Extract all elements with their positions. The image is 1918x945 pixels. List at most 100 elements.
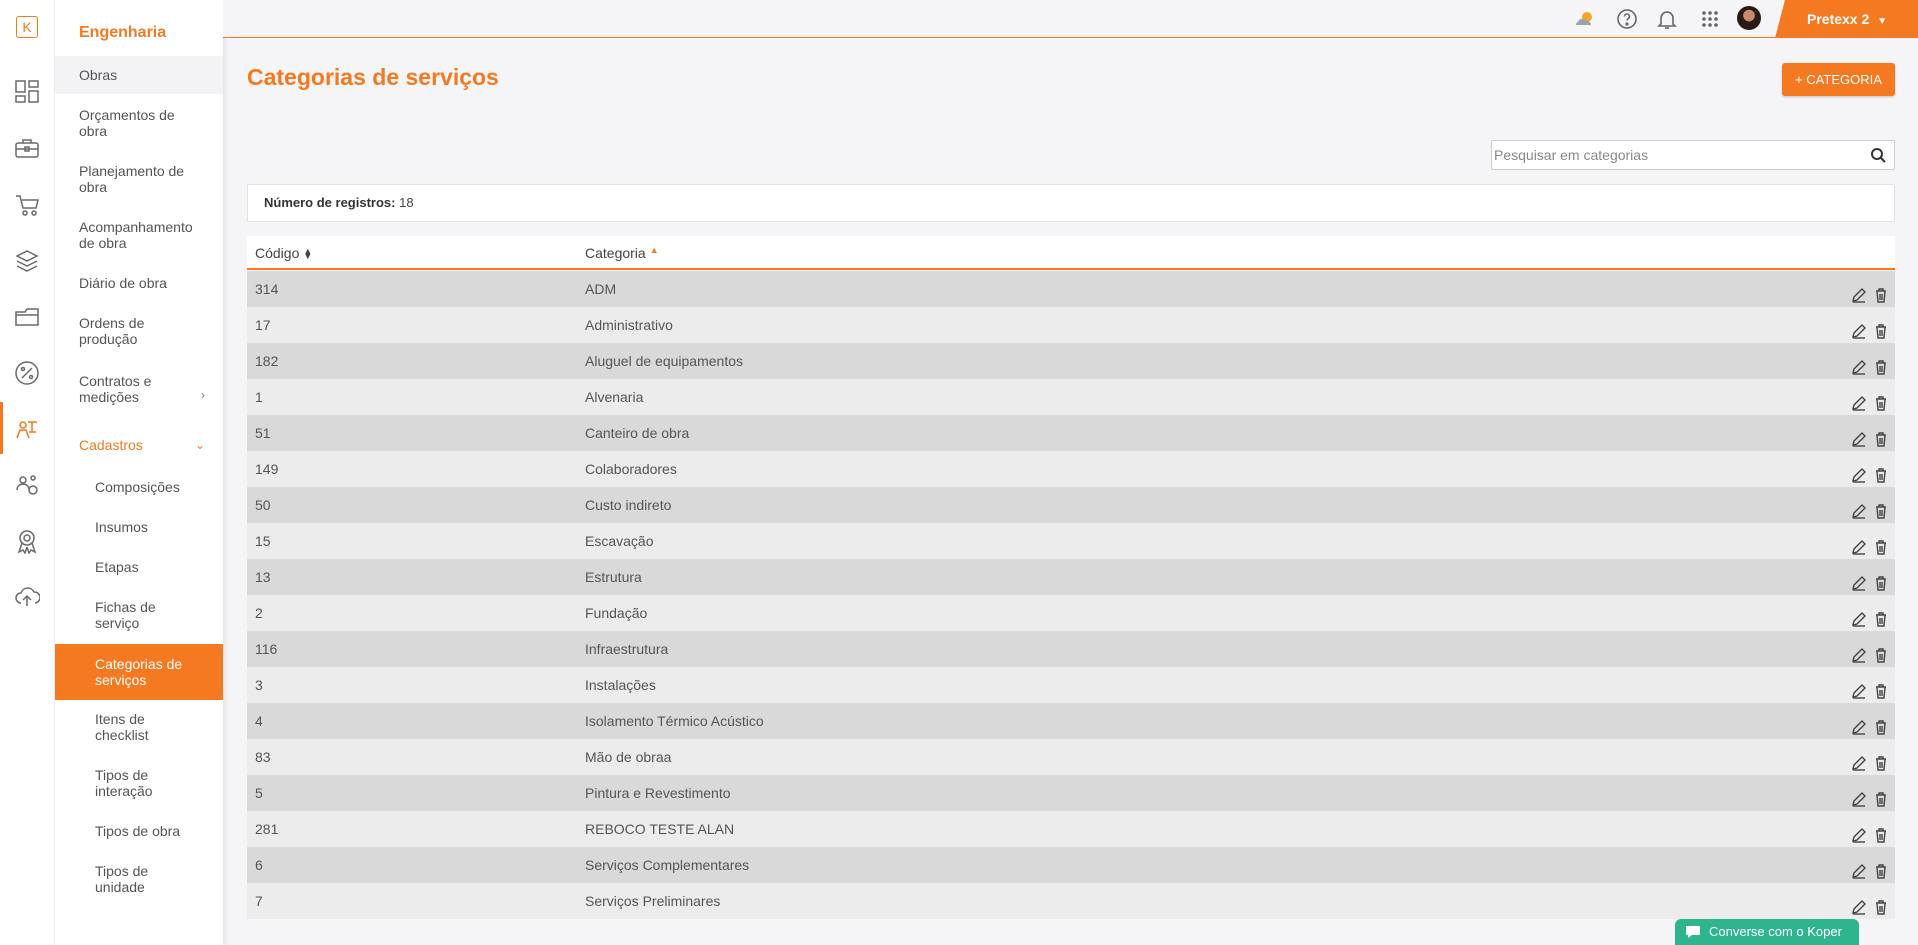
table-row[interactable]: 15 Escavação bbox=[247, 523, 1895, 559]
cloud-upload-icon[interactable] bbox=[14, 584, 41, 610]
trash-icon[interactable] bbox=[1873, 496, 1889, 519]
edit-icon[interactable] bbox=[1851, 496, 1867, 519]
edit-icon[interactable] bbox=[1851, 316, 1867, 339]
column-header-category[interactable]: Categoria ▲ bbox=[585, 245, 659, 261]
edit-icon[interactable] bbox=[1851, 820, 1867, 843]
table-row[interactable]: 314 ADM bbox=[247, 271, 1895, 307]
edit-icon[interactable] bbox=[1851, 640, 1867, 663]
dashboard-icon[interactable] bbox=[14, 78, 40, 104]
edit-icon[interactable] bbox=[1851, 388, 1867, 411]
table-row[interactable]: 7 Serviços Preliminares bbox=[247, 883, 1895, 919]
edit-icon[interactable] bbox=[1851, 352, 1867, 375]
edit-icon[interactable] bbox=[1851, 784, 1867, 807]
menu-sub-categorias[interactable]: Categorias de serviços bbox=[55, 644, 223, 700]
menu-sub-etapas[interactable]: Etapas bbox=[55, 559, 223, 575]
search-input[interactable] bbox=[1492, 141, 1852, 169]
edit-icon[interactable] bbox=[1851, 532, 1867, 555]
menu-sub-composicoes[interactable]: Composições bbox=[55, 479, 223, 495]
bell-icon[interactable] bbox=[1655, 7, 1679, 31]
app-logo[interactable]: K bbox=[16, 16, 38, 38]
trash-icon[interactable] bbox=[1873, 604, 1889, 627]
apps-grid-icon[interactable] bbox=[1698, 7, 1722, 31]
menu-item-obras[interactable]: Obras bbox=[55, 56, 223, 94]
menu-item-cadastros[interactable]: Cadastros ⌄ bbox=[55, 437, 223, 453]
trash-icon[interactable] bbox=[1873, 856, 1889, 879]
table-row[interactable]: 4 Isolamento Térmico Acústico bbox=[247, 703, 1895, 739]
folder-icon[interactable] bbox=[14, 304, 40, 330]
category-cell: Custo indireto bbox=[585, 497, 672, 513]
menu-item-orcamentos[interactable]: Orçamentos de obra bbox=[55, 107, 223, 139]
edit-icon[interactable] bbox=[1851, 280, 1867, 303]
column-header-label: Código bbox=[255, 245, 300, 261]
add-category-button[interactable]: + CATEGORIA bbox=[1782, 63, 1895, 96]
table-row[interactable]: 13 Estrutura bbox=[247, 559, 1895, 595]
menu-sub-fichas[interactable]: Fichas de serviço bbox=[55, 599, 223, 631]
edit-icon[interactable] bbox=[1851, 712, 1867, 735]
menu-sub-tipos-unidade[interactable]: Tipos de unidade bbox=[55, 863, 223, 895]
trash-icon[interactable] bbox=[1873, 460, 1889, 483]
user-menu-button[interactable]: Pretexx 2 ▼ bbox=[1775, 0, 1918, 38]
trash-icon[interactable] bbox=[1873, 532, 1889, 555]
menu-sub-tipos-obra[interactable]: Tipos de obra bbox=[55, 823, 223, 839]
menu-item-acompanhamento[interactable]: Acompanhamento de obra bbox=[55, 219, 223, 251]
table-row[interactable]: 17 Administrativo bbox=[247, 307, 1895, 343]
search-icon[interactable] bbox=[1870, 147, 1886, 163]
edit-icon[interactable] bbox=[1851, 424, 1867, 447]
trash-icon[interactable] bbox=[1873, 568, 1889, 591]
boxes-icon[interactable] bbox=[14, 248, 40, 274]
category-cell: Alvenaria bbox=[585, 389, 644, 405]
trash-icon[interactable] bbox=[1873, 316, 1889, 339]
table-row[interactable]: 149 Colaboradores bbox=[247, 451, 1895, 487]
table-row[interactable]: 3 Instalações bbox=[247, 667, 1895, 703]
table-row[interactable]: 6 Serviços Complementares bbox=[247, 847, 1895, 883]
help-icon[interactable] bbox=[1615, 7, 1639, 31]
table-row[interactable]: 51 Canteiro de obra bbox=[247, 415, 1895, 451]
table-row[interactable]: 182 Aluguel de equipamentos bbox=[247, 343, 1895, 379]
menu-item-ordens[interactable]: Ordens de produção bbox=[55, 315, 223, 347]
trash-icon[interactable] bbox=[1873, 892, 1889, 915]
avatar[interactable] bbox=[1737, 6, 1761, 30]
trash-icon[interactable] bbox=[1873, 388, 1889, 411]
trash-icon[interactable] bbox=[1873, 820, 1889, 843]
table-row[interactable]: 281 REBOCO TESTE ALAN bbox=[247, 811, 1895, 847]
category-cell: Isolamento Térmico Acústico bbox=[585, 713, 764, 729]
briefcase-icon[interactable] bbox=[14, 136, 40, 162]
people-settings-icon[interactable] bbox=[14, 472, 40, 498]
edit-icon[interactable] bbox=[1851, 748, 1867, 771]
menu-sub-insumos[interactable]: Insumos bbox=[55, 519, 223, 535]
menu-sub-interacao[interactable]: Tipos de interação bbox=[55, 767, 223, 799]
trash-icon[interactable] bbox=[1873, 784, 1889, 807]
chat-button[interactable]: Converse com o Koper bbox=[1675, 919, 1859, 945]
edit-icon[interactable] bbox=[1851, 676, 1867, 699]
table-row[interactable]: 50 Custo indireto bbox=[247, 487, 1895, 523]
table-row[interactable]: 116 Infraestrutura bbox=[247, 631, 1895, 667]
trash-icon[interactable] bbox=[1873, 676, 1889, 699]
table-row[interactable]: 1 Alvenaria bbox=[247, 379, 1895, 415]
engineering-icon[interactable] bbox=[14, 416, 40, 442]
trash-icon[interactable] bbox=[1873, 280, 1889, 303]
menu-item-planejamento[interactable]: Planejamento de obra bbox=[55, 163, 223, 195]
trash-icon[interactable] bbox=[1873, 640, 1889, 663]
table-row[interactable]: 5 Pintura e Revestimento bbox=[247, 775, 1895, 811]
code-cell: 182 bbox=[255, 353, 279, 369]
trash-icon[interactable] bbox=[1873, 748, 1889, 771]
edit-icon[interactable] bbox=[1851, 856, 1867, 879]
edit-icon[interactable] bbox=[1851, 604, 1867, 627]
edit-icon[interactable] bbox=[1851, 568, 1867, 591]
percent-icon[interactable] bbox=[14, 360, 40, 386]
menu-item-diario[interactable]: Diário de obra bbox=[55, 275, 223, 291]
trash-icon[interactable] bbox=[1873, 352, 1889, 375]
menu-item-contratos[interactable]: Contratos e medições › bbox=[55, 373, 223, 405]
edit-icon[interactable] bbox=[1851, 892, 1867, 915]
trash-icon[interactable] bbox=[1873, 424, 1889, 447]
award-icon[interactable] bbox=[14, 528, 40, 555]
table-row[interactable]: 2 Fundação bbox=[247, 595, 1895, 631]
code-cell: 116 bbox=[255, 641, 278, 657]
cart-icon[interactable] bbox=[14, 192, 40, 218]
edit-icon[interactable] bbox=[1851, 460, 1867, 483]
trash-icon[interactable] bbox=[1873, 712, 1889, 735]
menu-item-label: Orçamentos de obra bbox=[79, 107, 175, 139]
column-header-code[interactable]: Código ▲ ▼ bbox=[255, 245, 312, 261]
menu-sub-checklist[interactable]: Itens de checklist bbox=[55, 711, 223, 743]
table-row[interactable]: 83 Mão de obraa bbox=[247, 739, 1895, 775]
